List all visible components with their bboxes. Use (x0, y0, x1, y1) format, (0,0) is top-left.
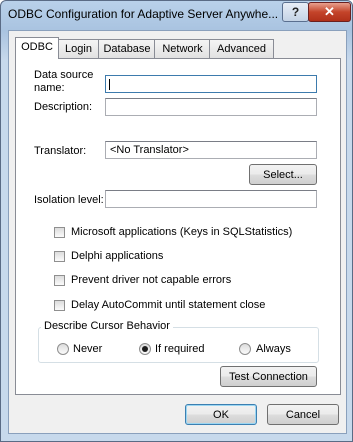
odbc-tab-panel: Data source name: Description: Translato… (15, 58, 341, 395)
tab-database[interactable]: Database (98, 39, 156, 58)
data-source-name-label-line1: Data source (34, 69, 94, 81)
tab-odbc[interactable]: ODBC (15, 37, 59, 59)
delay-autocommit-checkbox[interactable] (54, 300, 65, 311)
close-button[interactable]: ✕ (308, 2, 351, 22)
select-translator-button[interactable]: Select... (249, 164, 317, 185)
cursor-always-radio[interactable] (239, 343, 251, 355)
prevent-driver-errors-checkbox[interactable] (54, 275, 65, 286)
data-source-name-input[interactable] (105, 75, 317, 93)
delphi-applications-checkbox[interactable] (54, 251, 65, 262)
tab-login[interactable]: Login (57, 39, 100, 58)
description-input[interactable] (105, 98, 317, 116)
cancel-button[interactable]: Cancel (267, 404, 339, 425)
delphi-applications-label[interactable]: Delphi applications (71, 250, 163, 262)
tab-advanced[interactable]: Advanced (209, 39, 274, 58)
dialog-client-area: ODBC Login Database Network Advanced Dat… (8, 30, 347, 434)
cursor-if-required-radio[interactable] (139, 343, 151, 355)
test-connection-button[interactable]: Test Connection (220, 366, 317, 387)
translator-field: <No Translator> (105, 141, 317, 159)
microsoft-applications-checkbox[interactable] (54, 227, 65, 238)
cursor-never-radio[interactable] (57, 343, 69, 355)
describe-cursor-behavior-title: Describe Cursor Behavior (41, 320, 173, 332)
isolation-level-label: Isolation level: (34, 194, 104, 206)
translator-label: Translator: (34, 145, 87, 157)
odbc-config-window: ODBC Configuration for Adaptive Server A… (0, 0, 353, 442)
window-title: ODBC Configuration for Adaptive Server A… (8, 7, 279, 21)
text-caret (109, 79, 110, 90)
prevent-driver-errors-label[interactable]: Prevent driver not capable errors (71, 274, 231, 286)
tab-network[interactable]: Network (154, 39, 211, 58)
ok-button[interactable]: OK (185, 404, 257, 425)
translator-value: <No Translator> (110, 144, 189, 156)
microsoft-applications-label[interactable]: Microsoft applications (Keys in SQLStati… (71, 226, 292, 238)
data-source-name-label-line2: name: (34, 82, 65, 94)
description-label: Description: (34, 101, 93, 113)
cursor-if-required-label[interactable]: If required (155, 343, 205, 355)
isolation-level-input[interactable] (105, 190, 317, 208)
delay-autocommit-label[interactable]: Delay AutoCommit until statement close (71, 299, 265, 311)
title-bar[interactable]: ODBC Configuration for Adaptive Server A… (1, 1, 352, 27)
help-button[interactable]: ? (282, 2, 309, 22)
radio-selected-dot (142, 346, 148, 352)
cursor-never-label[interactable]: Never (73, 343, 102, 355)
cursor-always-label[interactable]: Always (256, 343, 291, 355)
